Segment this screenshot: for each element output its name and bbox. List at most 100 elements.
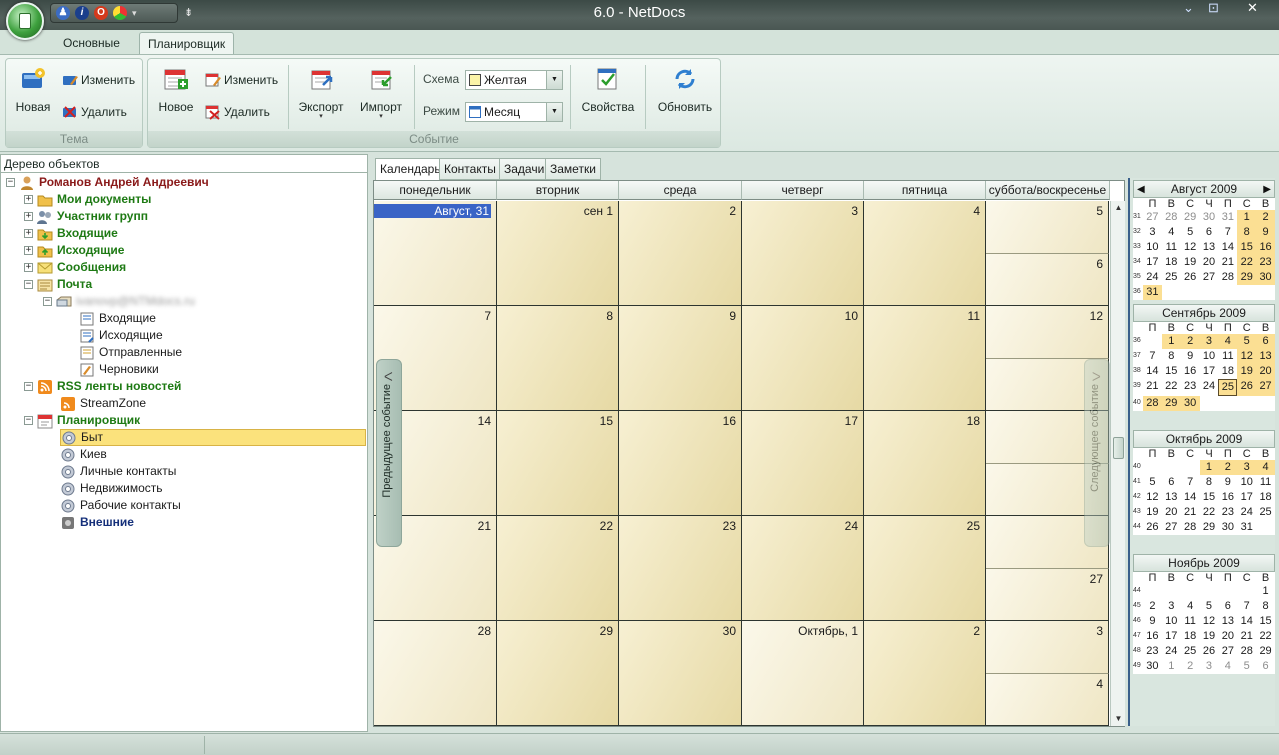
mini-day[interactable]: 5 <box>1181 225 1200 240</box>
prev-month-icon[interactable]: ◀ <box>1137 181 1145 198</box>
tree-item-inbox[interactable]: + Входящие <box>24 225 118 242</box>
day-cell[interactable]: 22 <box>497 516 619 621</box>
mini-day[interactable]: 27 <box>1218 644 1237 659</box>
mini-day[interactable]: 10 <box>1143 240 1162 255</box>
mini-day[interactable]: 3 <box>1162 599 1181 614</box>
mini-day[interactable]: 21 <box>1181 505 1200 520</box>
weekend-cell[interactable]: 12 <box>986 306 1109 359</box>
mini-day[interactable]: 11 <box>1256 475 1275 490</box>
mini-day[interactable]: 1 <box>1162 659 1181 674</box>
scroll-up-icon[interactable]: ▲ <box>1111 201 1126 215</box>
tree-item-mail-outbox[interactable]: Исходящие <box>79 327 163 344</box>
mini-day[interactable]: 29 <box>1181 210 1200 225</box>
mini-day[interactable]: 28 <box>1181 520 1200 535</box>
mini-day[interactable]: 20 <box>1162 505 1181 520</box>
expand-icon[interactable]: + <box>24 229 33 238</box>
mini-day[interactable]: 16 <box>1256 240 1275 255</box>
mini-day[interactable]: 19 <box>1143 505 1162 520</box>
scheme-select[interactable]: Желтая ▼ <box>465 70 563 90</box>
mini-day[interactable]: 16 <box>1181 364 1200 379</box>
delete-theme-button[interactable]: Удалить <box>62 102 127 122</box>
tree-item-mail-sent[interactable]: Отправленные <box>79 344 182 361</box>
mini-day[interactable]: 21 <box>1237 629 1256 644</box>
mini-day[interactable]: 28 <box>1162 210 1181 225</box>
close-icon[interactable]: ✕ <box>1247 0 1258 16</box>
mini-day[interactable]: 19 <box>1237 364 1257 379</box>
mini-day[interactable]: 15 <box>1162 364 1181 379</box>
mini-day[interactable]: 5 <box>1237 659 1256 674</box>
mini-day[interactable]: 30 <box>1143 659 1162 674</box>
mini-day[interactable]: 17 <box>1143 255 1162 270</box>
mini-day[interactable]: 6 <box>1200 225 1219 240</box>
mini-day[interactable]: 13 <box>1256 349 1275 364</box>
day-cell[interactable]: 23 <box>619 516 742 621</box>
scroll-down-icon[interactable]: ▼ <box>1111 712 1126 726</box>
tab-notes[interactable]: Заметки <box>545 158 601 180</box>
mini-day[interactable]: 31 <box>1143 285 1162 300</box>
mini-day[interactable]: 25 <box>1162 270 1181 285</box>
mini-day[interactable]: 13 <box>1218 614 1237 629</box>
day-cell[interactable]: 17 <box>742 411 864 516</box>
new-event-button[interactable]: Новое <box>154 65 198 114</box>
minimize-icon[interactable]: ⊡ <box>1208 0 1219 16</box>
mini-day[interactable]: 25 <box>1181 644 1200 659</box>
mini-day[interactable]: 27 <box>1256 379 1275 396</box>
mini-day[interactable]: 11 <box>1218 349 1237 364</box>
mini-day[interactable]: 22 <box>1237 255 1257 270</box>
expand-icon[interactable]: + <box>24 263 33 272</box>
tree-item-my-documents[interactable]: + Мои документы <box>24 191 151 208</box>
mini-day[interactable]: 15 <box>1256 614 1275 629</box>
tree-item-mail[interactable]: − Почта <box>24 276 92 293</box>
mini-day[interactable]: 31 <box>1237 520 1256 535</box>
expand-icon[interactable]: + <box>24 246 33 255</box>
mini-day[interactable]: 9 <box>1256 225 1275 240</box>
tab-tasks[interactable]: Задачи <box>499 158 550 180</box>
mini-day[interactable]: 24 <box>1237 505 1256 520</box>
mini-day[interactable]: 3 <box>1143 225 1162 240</box>
mini-day[interactable]: 18 <box>1218 364 1237 379</box>
mini-day[interactable]: 30 <box>1218 520 1237 535</box>
mini-day[interactable]: 27 <box>1200 270 1219 285</box>
expand-icon[interactable]: + <box>24 195 33 204</box>
mini-day[interactable]: 27 <box>1143 210 1162 225</box>
help-icon[interactable]: ⌄ <box>1183 0 1194 16</box>
mini-day[interactable]: 16 <box>1143 629 1162 644</box>
mini-day[interactable]: 12 <box>1181 240 1200 255</box>
mini-day[interactable]: 22 <box>1200 505 1219 520</box>
mini-day[interactable]: 2 <box>1256 210 1275 225</box>
mini-day[interactable]: 17 <box>1200 364 1219 379</box>
tab-calendar[interactable]: Календарь <box>375 158 446 181</box>
mini-day[interactable]: 14 <box>1143 364 1162 379</box>
day-cell[interactable]: 10 <box>742 306 864 411</box>
day-cell[interactable]: 2 <box>619 201 742 306</box>
mini-day[interactable]: 19 <box>1200 629 1219 644</box>
expand-icon[interactable]: + <box>24 212 33 221</box>
mini-day[interactable]: 31 <box>1218 210 1237 225</box>
next-event-tab[interactable]: ᐳ Следующее событие <box>1084 359 1110 547</box>
mini-day[interactable]: 5 <box>1143 475 1162 490</box>
day-cell[interactable]: 30 <box>619 621 742 726</box>
mini-day[interactable]: 28 <box>1237 644 1256 659</box>
weekend-cell[interactable]: 27 <box>986 568 1109 621</box>
tree-item-mail-drafts[interactable]: Черновики <box>79 361 159 378</box>
previous-event-tab[interactable]: ᐸ Предыдущее событие <box>376 359 402 547</box>
collapse-icon[interactable]: − <box>43 297 52 306</box>
refresh-button[interactable]: Обновить <box>653 65 717 114</box>
mini-day[interactable]: 8 <box>1162 349 1181 364</box>
tree-item-external[interactable]: Внешние <box>60 514 134 531</box>
day-cell[interactable]: 28 <box>374 621 497 726</box>
mini-day[interactable]: 30 <box>1256 270 1275 285</box>
mini-day[interactable]: 25 <box>1218 379 1238 396</box>
mini-day[interactable]: 6 <box>1256 659 1275 674</box>
mini-day[interactable]: 2 <box>1181 659 1200 674</box>
mini-day[interactable]: 12 <box>1143 490 1162 505</box>
mini-day[interactable]: 5 <box>1237 334 1257 349</box>
app-menu-button[interactable] <box>6 2 44 40</box>
day-cell[interactable]: 11 <box>864 306 986 411</box>
mini-day[interactable]: 19 <box>1181 255 1200 270</box>
mini-day[interactable]: 12 <box>1200 614 1219 629</box>
mini-day[interactable]: 13 <box>1162 490 1181 505</box>
tree-item-messages[interactable]: + Сообщения <box>24 259 126 276</box>
tree-item-planner-byt[interactable]: Быт <box>60 429 366 446</box>
mini-day[interactable]: 20 <box>1200 255 1219 270</box>
